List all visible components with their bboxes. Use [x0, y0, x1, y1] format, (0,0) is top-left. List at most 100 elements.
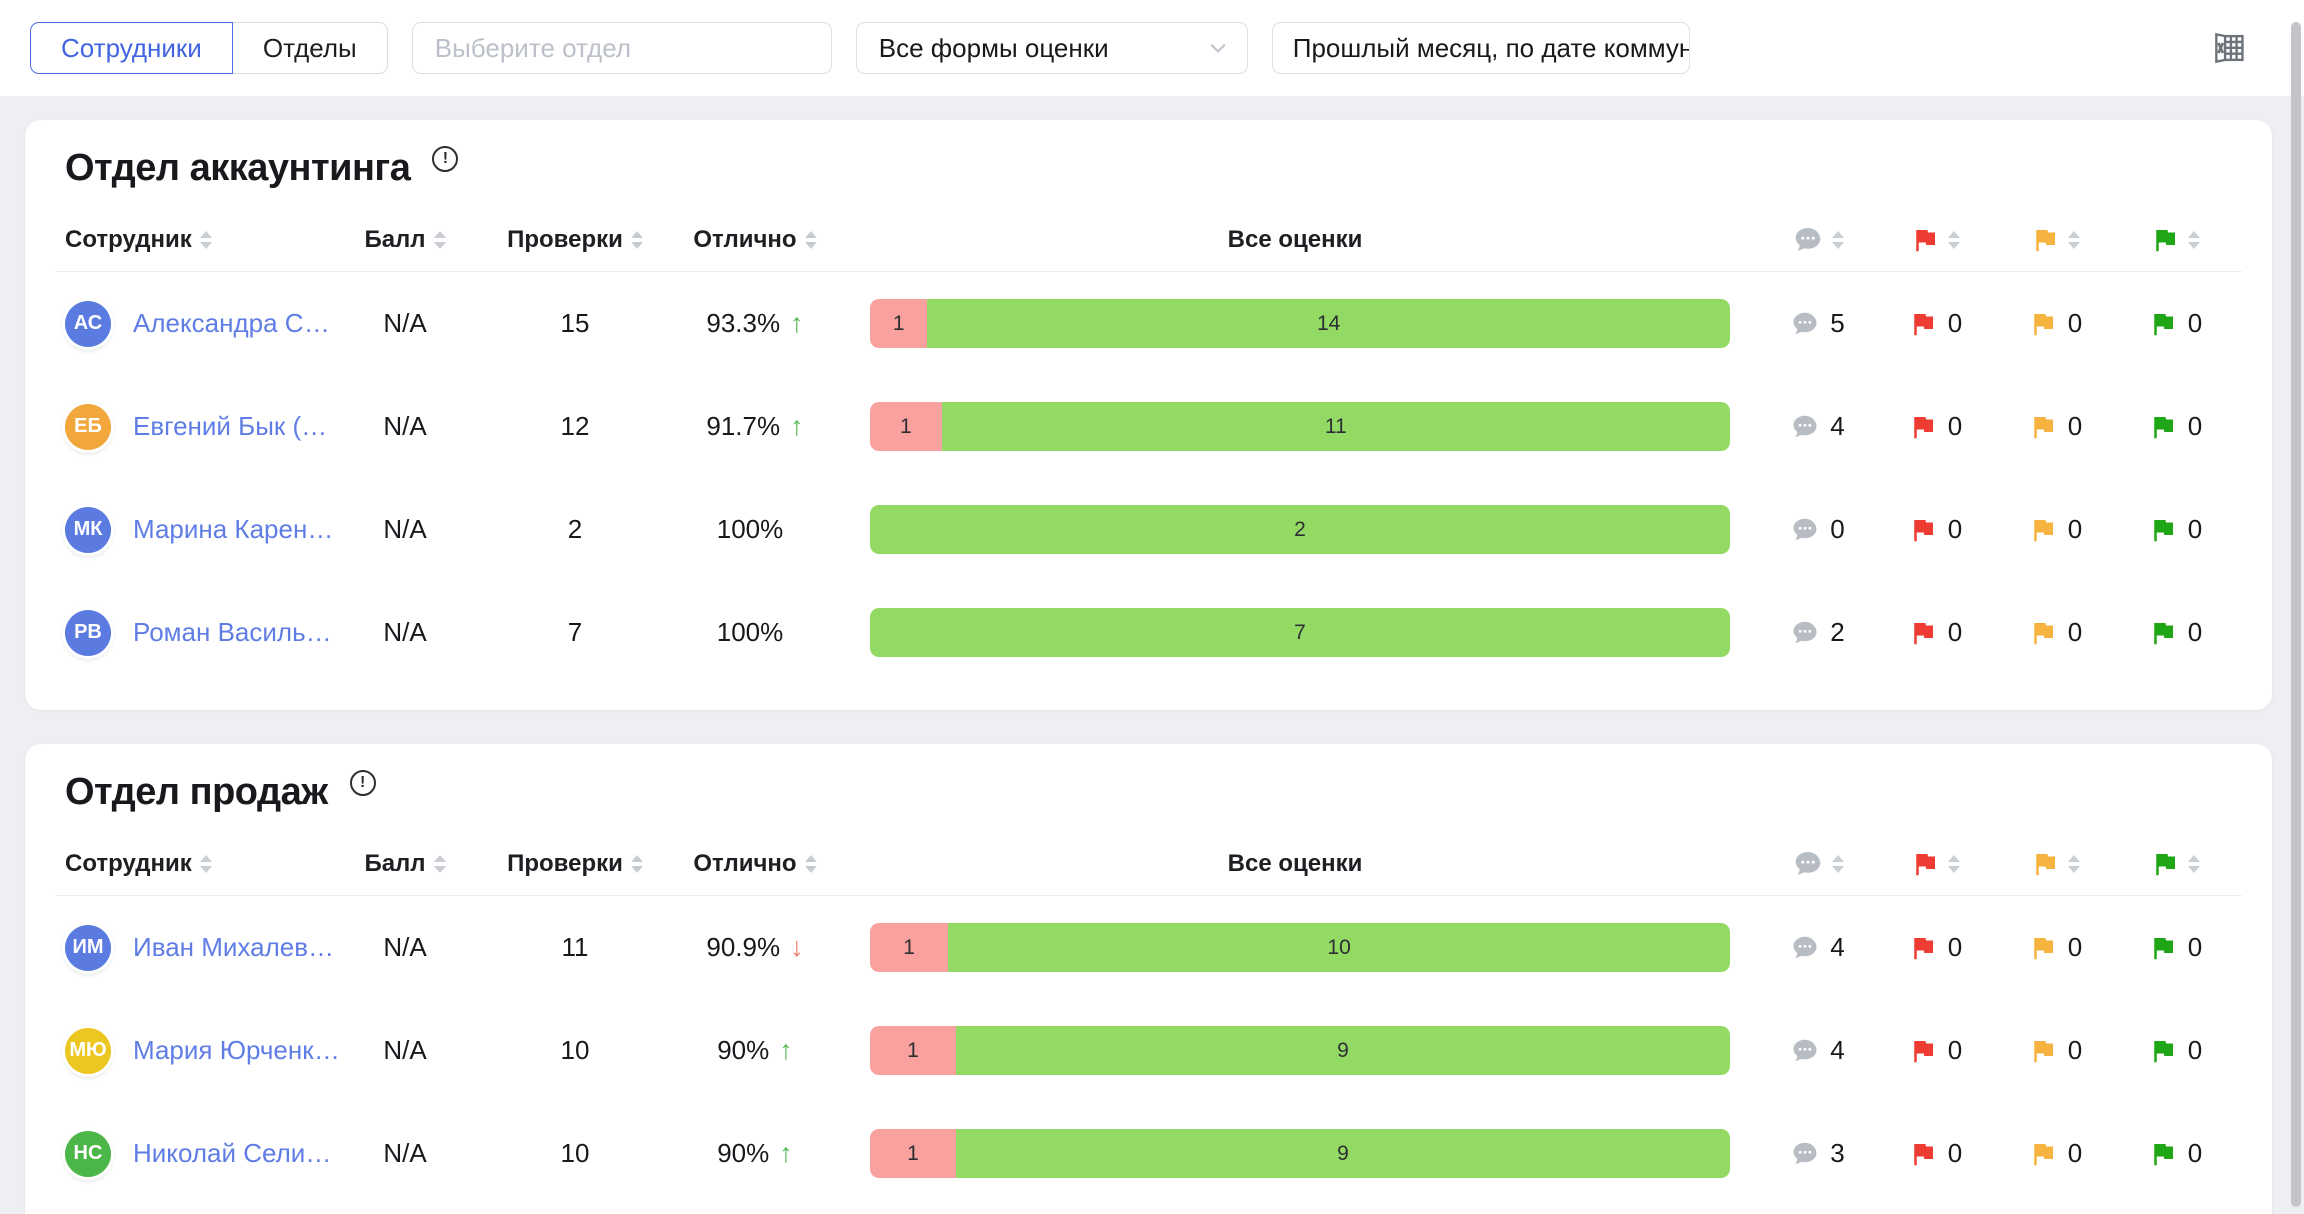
sort-icon[interactable]: [631, 231, 643, 249]
col-header-yellow-flags[interactable]: [1995, 849, 2115, 879]
comment-bubble-icon: [1790, 412, 1820, 442]
red-flags-cell[interactable]: 0: [1875, 514, 1995, 545]
green-flags-cell[interactable]: 0: [2115, 1035, 2235, 1066]
sort-icon[interactable]: [200, 855, 212, 873]
sort-icon[interactable]: [434, 231, 446, 249]
col-header-score[interactable]: Балл: [340, 850, 470, 878]
col-header-green-flags[interactable]: [2115, 225, 2235, 255]
comments-cell[interactable]: 0: [1760, 514, 1875, 545]
sort-icon[interactable]: [2068, 231, 2080, 249]
sort-icon[interactable]: [200, 231, 212, 249]
ratings-bar[interactable]: 2: [870, 505, 1730, 554]
tab-employees[interactable]: Сотрудники: [30, 22, 233, 74]
rating-forms-select[interactable]: Все формы оценки: [856, 22, 1248, 74]
section-title: Отдел аккаунтинга: [65, 144, 410, 192]
employee-link[interactable]: Роман Васильев...: [133, 617, 340, 648]
sort-icon[interactable]: [805, 231, 817, 249]
red-flags-cell[interactable]: 0: [1875, 1035, 1995, 1066]
red-flags-cell[interactable]: 0: [1875, 932, 1995, 963]
excel-export-button[interactable]: [2210, 29, 2248, 67]
comments-cell[interactable]: 4: [1760, 1035, 1875, 1066]
green-flag-icon: [2148, 412, 2178, 442]
yellow-flags-cell[interactable]: 0: [1995, 1035, 2115, 1066]
green-flags-cell[interactable]: 0: [2115, 932, 2235, 963]
table-row: НС Николай Селич (... N/A 10 90%↑ 19 3 0…: [55, 1102, 2242, 1205]
sort-icon[interactable]: [805, 855, 817, 873]
employee-link[interactable]: Мария Юрченко ...: [133, 1035, 340, 1066]
employee-link[interactable]: Иван Михалевич...: [133, 932, 340, 963]
col-header-red-flags[interactable]: [1875, 849, 1995, 879]
sort-icon[interactable]: [1832, 855, 1844, 873]
sort-icon[interactable]: [2188, 231, 2200, 249]
ratings-bar[interactable]: 110: [870, 923, 1730, 972]
info-icon[interactable]: !: [350, 770, 376, 796]
excellent-cell: 90.9%↓: [680, 932, 830, 963]
green-flags-cell[interactable]: 0: [2115, 514, 2235, 545]
sort-icon[interactable]: [2188, 855, 2200, 873]
yellow-flag-icon: [2028, 1139, 2058, 1169]
col-header-yellow-flags[interactable]: [1995, 225, 2115, 255]
ratings-bar[interactable]: 114: [870, 299, 1730, 348]
sort-icon[interactable]: [1948, 231, 1960, 249]
yellow-flags-cell[interactable]: 0: [1995, 617, 2115, 648]
period-filter-button[interactable]: Прошлый месяц, по дате коммуника...: [1272, 22, 1690, 74]
ratings-bar[interactable]: 111: [870, 402, 1730, 451]
col-header-comments[interactable]: [1760, 224, 1875, 256]
sort-icon[interactable]: [2068, 855, 2080, 873]
comment-bubble-icon: [1790, 309, 1820, 339]
col-header-employee[interactable]: Сотрудник: [55, 850, 340, 878]
employee-link[interactable]: Николай Селич (...: [133, 1138, 340, 1169]
col-header-excellent[interactable]: Отлично: [680, 850, 830, 878]
employee-link[interactable]: Марина Каренин...: [133, 514, 340, 545]
department-select-input[interactable]: [412, 22, 832, 74]
sort-icon[interactable]: [1948, 855, 1960, 873]
comments-cell[interactable]: 4: [1760, 932, 1875, 963]
green-flags-cell[interactable]: 0: [2115, 411, 2235, 442]
red-flags-cell[interactable]: 0: [1875, 411, 1995, 442]
sort-icon[interactable]: [434, 855, 446, 873]
red-flags-cell[interactable]: 0: [1875, 617, 1995, 648]
sort-icon[interactable]: [631, 855, 643, 873]
yellow-flags-cell[interactable]: 0: [1995, 411, 2115, 442]
col-header-green-flags[interactable]: [2115, 849, 2235, 879]
green-flags-cell[interactable]: 0: [2115, 308, 2235, 339]
comment-bubble-icon: [1792, 848, 1824, 880]
yellow-flags-cell[interactable]: 0: [1995, 1138, 2115, 1169]
col-header-employee[interactable]: Сотрудник: [55, 226, 340, 254]
ratings-bar[interactable]: 19: [870, 1129, 1730, 1178]
comments-cell[interactable]: 2: [1760, 617, 1875, 648]
comments-cell[interactable]: 4: [1760, 411, 1875, 442]
employee-link[interactable]: Евгений Бык (сп...: [133, 411, 340, 442]
col-header-score[interactable]: Балл: [340, 226, 470, 254]
comments-count: 4: [1830, 1035, 1844, 1066]
col-header-checks[interactable]: Проверки: [470, 850, 680, 878]
avatar: РВ: [65, 610, 111, 656]
info-icon[interactable]: !: [432, 146, 458, 172]
ratings-bar-cell: 19: [830, 1129, 1760, 1178]
sort-icon[interactable]: [1832, 231, 1844, 249]
col-header-checks[interactable]: Проверки: [470, 226, 680, 254]
tab-departments[interactable]: Отделы: [232, 22, 388, 74]
checks-cell: 10: [470, 1035, 680, 1066]
col-header-excellent[interactable]: Отлично: [680, 226, 830, 254]
ratings-bar[interactable]: 7: [870, 608, 1730, 657]
comments-cell[interactable]: 3: [1760, 1138, 1875, 1169]
section-title: Отдел продаж: [65, 768, 328, 816]
yellow-flags-cell[interactable]: 0: [1995, 514, 2115, 545]
vertical-scrollbar[interactable]: [2291, 22, 2301, 1207]
table-header-row: Сотрудник Балл Проверки Отлично Все оцен…: [55, 208, 2242, 272]
yellow-flags-cell[interactable]: 0: [1995, 308, 2115, 339]
col-header-red-flags[interactable]: [1875, 225, 1995, 255]
red-flags-cell[interactable]: 0: [1875, 308, 1995, 339]
comments-cell[interactable]: 5: [1760, 308, 1875, 339]
col-label: Балл: [364, 226, 425, 254]
col-header-comments[interactable]: [1760, 848, 1875, 880]
red-flags-cell[interactable]: 0: [1875, 1138, 1995, 1169]
employee-link[interactable]: Александра Сав...: [133, 308, 340, 339]
green-flags-cell[interactable]: 0: [2115, 617, 2235, 648]
bar-pass-segment: 9: [956, 1026, 1730, 1075]
yellow-flags-cell[interactable]: 0: [1995, 932, 2115, 963]
ratings-bar[interactable]: 19: [870, 1026, 1730, 1075]
green-flags-cell[interactable]: 0: [2115, 1138, 2235, 1169]
checks-cell: 2: [470, 514, 680, 545]
